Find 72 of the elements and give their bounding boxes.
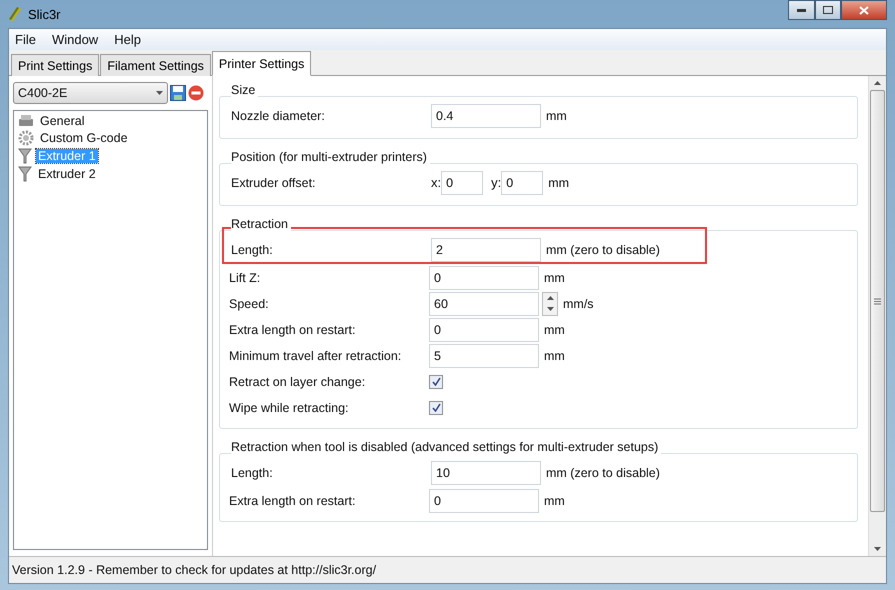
close-button[interactable] <box>841 0 887 20</box>
down-arrow-icon <box>546 307 554 311</box>
axis-label: y: <box>491 175 502 190</box>
axis-label: x: <box>431 175 442 190</box>
spin-button[interactable] <box>542 292 558 316</box>
maximize-icon <box>823 6 833 14</box>
input-field[interactable]: 2 <box>431 238 541 262</box>
scrollbar[interactable] <box>868 76 886 556</box>
field-label: Extra length on restart: <box>229 494 356 508</box>
printer-icon <box>18 114 34 128</box>
funnel-icon <box>18 166 32 182</box>
unit-label: mm (zero to disable) <box>546 242 660 256</box>
unit-label: mm <box>544 270 565 284</box>
tab[interactable]: Print Settings <box>11 54 100 76</box>
menu-item[interactable]: Window <box>52 32 98 47</box>
input-field[interactable]: 60 <box>429 292 539 316</box>
unit-label: mm/s <box>563 296 594 310</box>
up-arrow-icon <box>546 296 554 300</box>
tab[interactable]: Printer Settings <box>212 51 312 76</box>
group-title: Size <box>231 83 258 97</box>
tab[interactable]: Filament Settings <box>100 54 211 76</box>
scrollbar-thumb[interactable] <box>870 90 885 512</box>
app-logo-icon <box>8 6 22 22</box>
minimize-icon <box>797 8 806 12</box>
field-label: Wipe while retracting: <box>229 400 350 414</box>
minimize-button[interactable] <box>788 0 815 20</box>
save-icon[interactable] <box>170 85 186 101</box>
delete-icon[interactable] <box>188 85 204 101</box>
group-title: Retraction when tool is disabled (advanced settings for multi-extruder setups) <box>231 440 662 454</box>
field-label: Extruder offset: <box>231 176 317 190</box>
window-title: Slic3r <box>28 6 61 22</box>
tree-item[interactable]: General <box>38 114 86 128</box>
unit-label: mm <box>548 176 570 190</box>
tree-item[interactable]: Extruder 2 <box>36 167 98 181</box>
unit-label: mm (zero to disable) <box>546 466 660 480</box>
unit-label: mm <box>546 108 567 122</box>
field-label: Lift Z: <box>229 270 262 284</box>
unit-label: mm <box>544 494 565 508</box>
up-arrow-icon <box>874 81 881 85</box>
field-label: Minimum travel after retraction: <box>229 348 402 362</box>
menu-item[interactable]: Help <box>114 32 141 47</box>
preset-dropdown[interactable]: C400-2E <box>13 82 168 104</box>
field-label: Extra length on restart: <box>229 322 356 336</box>
funnel-icon <box>18 148 32 164</box>
group-title: Retraction <box>231 217 291 231</box>
group-title: Position (for multi-extruder printers) <box>231 150 430 164</box>
checkbox[interactable] <box>429 374 443 388</box>
checkbox[interactable] <box>429 400 443 414</box>
input-field[interactable]: 0 <box>429 318 539 342</box>
caret-icon <box>156 91 163 95</box>
field-label: Nozzle diameter: <box>231 108 326 122</box>
field-label: Length: <box>231 466 274 480</box>
menu-item[interactable]: File <box>15 32 36 47</box>
input-field[interactable]: 10 <box>431 460 541 484</box>
input-field[interactable]: 0 <box>441 170 484 194</box>
down-arrow-icon <box>874 547 881 551</box>
maximize-button[interactable] <box>815 0 841 20</box>
input-field[interactable]: 5 <box>429 344 539 368</box>
unit-label: mm <box>544 322 565 336</box>
field-label: Retract on layer change: <box>229 374 366 388</box>
input-field[interactable]: 0.4 <box>431 104 541 128</box>
status-bar: Version 1.2.9 - Remember to check for updates at http://slic3r.org/ <box>9 556 886 583</box>
field-label: Speed: <box>229 296 270 310</box>
close-icon <box>859 6 869 14</box>
grip-icon <box>874 298 881 304</box>
gear-icon <box>18 130 34 146</box>
field-label: Length: <box>231 242 274 256</box>
tree-item[interactable]: Custom G-code <box>38 131 130 145</box>
input-field[interactable]: 0 <box>429 266 539 290</box>
input-field[interactable]: 0 <box>501 170 544 194</box>
input-field[interactable]: 0 <box>429 488 539 512</box>
unit-label: mm <box>544 348 565 362</box>
